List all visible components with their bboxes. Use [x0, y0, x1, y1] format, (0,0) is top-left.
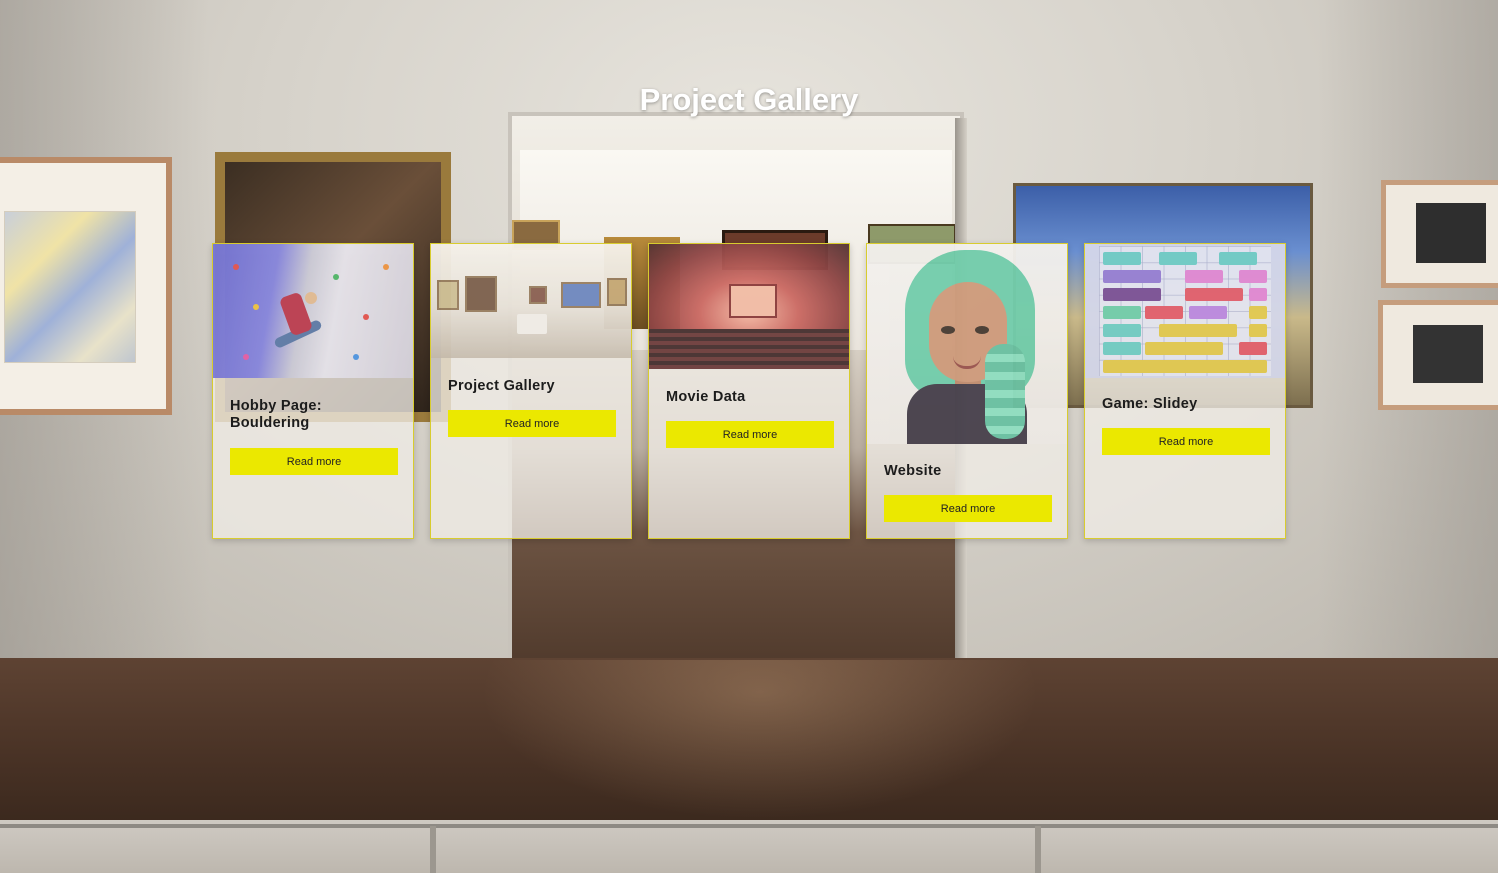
puzzle-block: [1103, 288, 1161, 301]
puzzle-block: [1159, 252, 1197, 265]
puzzle-block: [1185, 288, 1243, 301]
photo-top-image: [1416, 203, 1486, 263]
puzzle-block: [1249, 288, 1267, 301]
read-more-button[interactable]: Read more: [448, 410, 616, 437]
puzzle-block: [1103, 306, 1141, 319]
rail-post: [1035, 826, 1041, 873]
puzzle-block: [1249, 306, 1267, 319]
climbing-hold: [243, 354, 249, 360]
climbing-hold: [333, 274, 339, 280]
puzzle-block: [1103, 324, 1141, 337]
card-title: Project Gallery: [448, 378, 555, 394]
read-more-button[interactable]: Read more: [666, 421, 834, 448]
puzzle-block: [1159, 324, 1237, 337]
framed-sketch-artwork: [0, 157, 172, 415]
climbing-hold: [353, 354, 359, 360]
puzzle-block: [1145, 306, 1183, 319]
puzzle-block: [1239, 342, 1267, 355]
mini-frame: [561, 282, 601, 308]
cinema-theater-image: [649, 244, 849, 369]
climber-head: [305, 292, 317, 304]
avatar-braid: [985, 344, 1025, 439]
slidey-puzzle-board-image: [1085, 244, 1285, 378]
read-more-button[interactable]: Read more: [884, 495, 1052, 522]
avatar-eye: [975, 326, 989, 334]
puzzle-block: [1185, 270, 1223, 283]
mini-frame: [529, 286, 547, 304]
bouldering-climber-image: [213, 244, 413, 378]
mini-frame: [607, 278, 627, 306]
page-title: Project Gallery: [639, 82, 859, 117]
photo-bottom-image: [1413, 325, 1483, 383]
rail-post: [430, 826, 436, 873]
puzzle-block: [1103, 360, 1267, 373]
climbing-hold: [233, 264, 239, 270]
sketch-artwork-image: [4, 211, 136, 363]
floor-reflection: [480, 660, 1040, 820]
puzzle-block: [1219, 252, 1257, 265]
cinema-seats: [649, 329, 849, 369]
project-card-website[interactable]: Website Read more: [866, 243, 1068, 539]
puzzle-block: [1103, 252, 1141, 265]
mini-frame: [465, 276, 497, 312]
card-title: Game: Slidey: [1102, 396, 1198, 412]
read-more-button[interactable]: Read more: [230, 448, 398, 475]
puzzle-block: [1239, 270, 1267, 283]
card-title: Website: [884, 463, 942, 479]
framed-photo-top: [1381, 180, 1498, 288]
puzzle-block: [1189, 306, 1227, 319]
display-plinth: [517, 314, 547, 334]
climbing-hold: [383, 264, 389, 270]
cinema-screen: [729, 284, 777, 318]
climbing-hold: [253, 304, 259, 310]
puzzle-block: [1103, 342, 1141, 355]
project-card-project-gallery[interactable]: Project Gallery Read more: [430, 243, 632, 539]
puzzle-block: [1145, 342, 1223, 355]
framed-photo-bottom: [1378, 300, 1498, 410]
puzzle-block: [1103, 270, 1161, 283]
project-card-movie-data[interactable]: Movie Data Read more: [648, 243, 850, 539]
project-card-bouldering[interactable]: Hobby Page: Bouldering Read more: [212, 243, 414, 539]
climbing-hold: [363, 314, 369, 320]
puzzle-grid: [1099, 246, 1271, 376]
mini-frame: [437, 280, 459, 310]
project-card-slidey[interactable]: Game: Slidey Read more: [1084, 243, 1286, 539]
puzzle-block: [1249, 324, 1267, 337]
read-more-button[interactable]: Read more: [1102, 428, 1270, 455]
art-gallery-room-image: [431, 244, 631, 358]
avatar-eye: [941, 326, 955, 334]
card-title: Movie Data: [666, 389, 746, 405]
card-title: Hobby Page: Bouldering: [230, 398, 322, 431]
green-haired-avatar-image: [867, 244, 1067, 444]
guard-rail: [0, 824, 1498, 828]
